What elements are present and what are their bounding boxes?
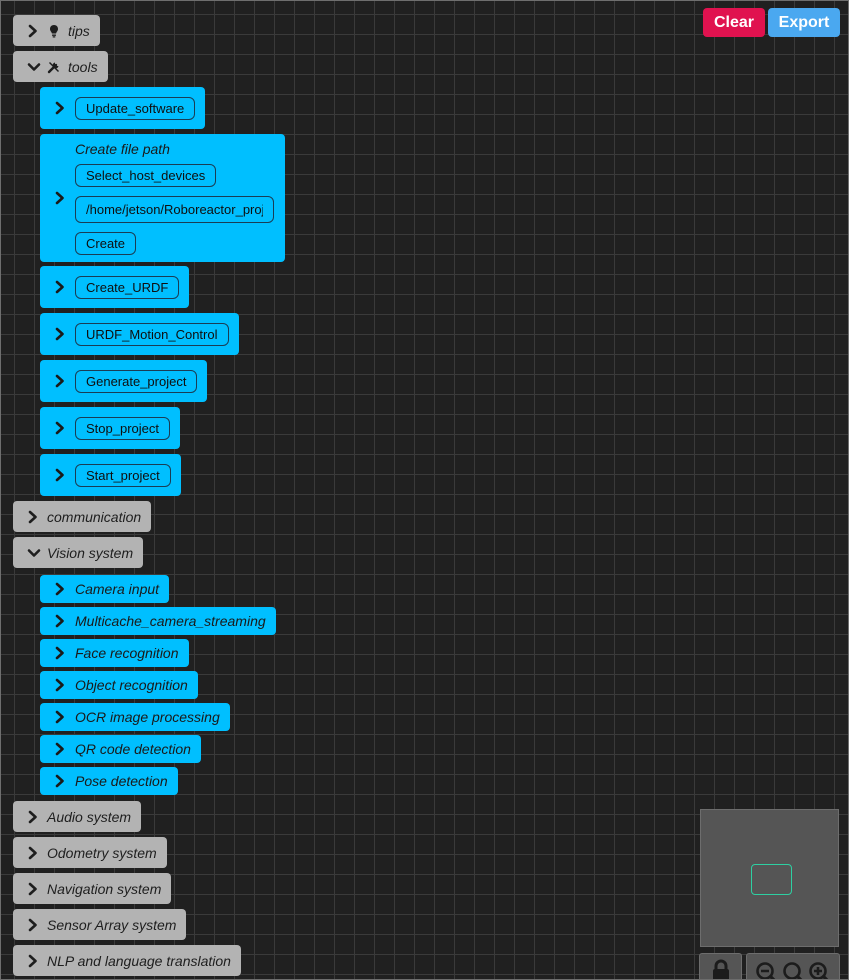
category-label: Audio system bbox=[47, 808, 132, 825]
vision-camera-input[interactable]: Camera input bbox=[40, 575, 170, 603]
category-tools[interactable]: tools bbox=[13, 51, 108, 82]
vision-multicache-camera-streaming[interactable]: Multicache_camera_streaming bbox=[40, 607, 276, 635]
chevron-right-icon[interactable] bbox=[54, 421, 66, 435]
stop-project-button[interactable]: Stop_project bbox=[75, 416, 170, 440]
chevron-down-icon bbox=[27, 546, 41, 560]
file-path-input[interactable] bbox=[75, 196, 274, 223]
lock-button[interactable] bbox=[699, 953, 742, 980]
chevron-right-icon[interactable] bbox=[54, 374, 66, 388]
category-audio-system[interactable]: Audio system bbox=[13, 801, 142, 832]
chevron-right-icon bbox=[27, 24, 39, 38]
tool-generate-project: Generate_project bbox=[40, 360, 208, 402]
vision-item-label: Object recognition bbox=[75, 677, 188, 693]
category-vision-system[interactable]: Vision system bbox=[13, 537, 144, 568]
urdf-motion-control-button[interactable]: URDF_Motion_Control bbox=[75, 322, 229, 346]
category-label: tips bbox=[68, 22, 90, 39]
category-sensor-array-system[interactable]: Sensor Array system bbox=[13, 909, 187, 940]
vision-item-label: Camera input bbox=[75, 581, 160, 597]
category-label: Navigation system bbox=[47, 880, 162, 897]
chevron-right-icon[interactable] bbox=[54, 280, 66, 294]
category-label: Sensor Array system bbox=[47, 916, 177, 933]
vision-item-label: Multicache_camera_streaming bbox=[75, 613, 266, 629]
minimap[interactable] bbox=[700, 809, 839, 947]
vision-ocr-image-processing[interactable]: OCR image processing bbox=[40, 703, 230, 731]
category-communication[interactable]: communication bbox=[13, 501, 152, 532]
chevron-right-icon[interactable] bbox=[54, 327, 66, 341]
export-button[interactable]: Export bbox=[768, 8, 840, 37]
chevron-right-icon[interactable] bbox=[54, 191, 66, 205]
category-tips[interactable]: tips bbox=[13, 15, 100, 46]
zoom-fit-icon[interactable] bbox=[781, 959, 805, 979]
category-label: NLP and language translation bbox=[47, 952, 231, 969]
vision-qr-code-detection[interactable]: QR code detection bbox=[40, 735, 201, 763]
category-label: Vision system bbox=[47, 544, 134, 561]
chevron-right-icon bbox=[27, 882, 39, 896]
tool-urdf-motion-control: URDF_Motion_Control bbox=[40, 313, 239, 355]
chevron-right-icon bbox=[27, 810, 39, 824]
chevron-right-icon[interactable] bbox=[54, 468, 66, 482]
create-button[interactable]: Create bbox=[75, 232, 137, 255]
chevron-right-icon bbox=[27, 954, 39, 968]
category-nlp-language-translation[interactable]: NLP and language translation bbox=[13, 945, 241, 976]
chevron-right-icon bbox=[54, 710, 66, 724]
category-navigation-system[interactable]: Navigation system bbox=[13, 873, 172, 904]
clear-button[interactable]: Clear bbox=[703, 8, 765, 37]
zoom-controls bbox=[746, 953, 840, 980]
category-odometry-system[interactable]: Odometry system bbox=[13, 837, 167, 868]
vision-item-label: OCR image processing bbox=[75, 709, 220, 725]
chevron-right-icon bbox=[54, 582, 66, 596]
chevron-right-icon bbox=[54, 614, 66, 628]
create-file-path-title: Create file path bbox=[75, 141, 170, 157]
lock-icon bbox=[709, 959, 733, 979]
tool-create-urdf: Create_URDF bbox=[40, 266, 190, 308]
lightbulb-icon bbox=[47, 24, 61, 38]
zoom-in-icon[interactable] bbox=[807, 959, 831, 979]
vision-pose-detection[interactable]: Pose detection bbox=[40, 767, 178, 795]
zoom-out-icon[interactable] bbox=[755, 959, 779, 979]
chevron-right-icon bbox=[27, 846, 39, 860]
chevron-right-icon bbox=[27, 510, 39, 524]
select-host-devices-button[interactable]: Select_host_devices bbox=[75, 164, 217, 187]
vision-face-recognition[interactable]: Face recognition bbox=[40, 639, 189, 667]
tool-create-file-path: Create file path Select_host_devices Cre… bbox=[40, 134, 285, 262]
vision-object-recognition[interactable]: Object recognition bbox=[40, 671, 198, 699]
tool-stop-project: Stop_project bbox=[40, 407, 180, 449]
chevron-right-icon bbox=[54, 678, 66, 692]
update-software-button[interactable]: Update_software bbox=[75, 96, 196, 120]
tools-icon bbox=[47, 60, 61, 74]
start-project-button[interactable]: Start_project bbox=[75, 463, 171, 487]
vision-item-label: QR code detection bbox=[75, 741, 191, 757]
category-label: Odometry system bbox=[47, 844, 157, 861]
create-urdf-button[interactable]: Create_URDF bbox=[75, 275, 180, 299]
vision-item-label: Pose detection bbox=[75, 773, 168, 789]
chevron-right-icon bbox=[54, 646, 66, 660]
generate-project-button[interactable]: Generate_project bbox=[75, 369, 198, 393]
tool-update-software: Update_software bbox=[40, 87, 206, 129]
category-label: tools bbox=[68, 58, 98, 75]
chevron-right-icon bbox=[54, 774, 66, 788]
chevron-down-icon bbox=[27, 60, 41, 74]
chevron-right-icon bbox=[54, 742, 66, 756]
vision-item-label: Face recognition bbox=[75, 645, 179, 661]
tool-start-project: Start_project bbox=[40, 454, 181, 496]
chevron-right-icon[interactable] bbox=[54, 101, 66, 115]
category-label: communication bbox=[47, 508, 142, 525]
minimap-viewport[interactable] bbox=[751, 864, 792, 895]
chevron-right-icon bbox=[27, 918, 39, 932]
